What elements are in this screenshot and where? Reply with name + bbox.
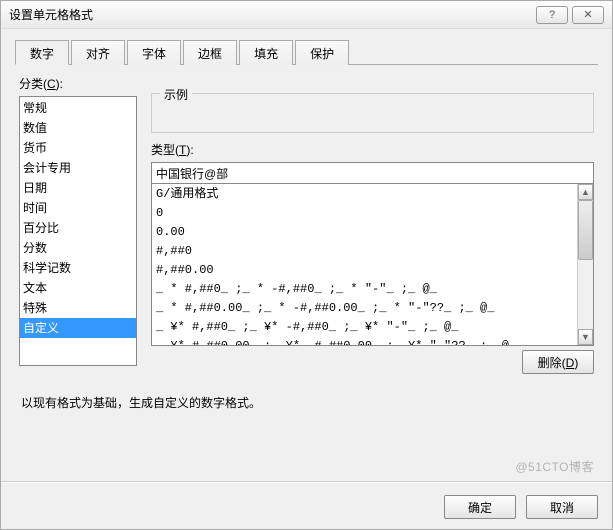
tab-font[interactable]: 字体 <box>127 40 181 65</box>
category-label: 分类(C): <box>19 75 137 92</box>
category-item[interactable]: 科学记数 <box>20 258 136 278</box>
format-items: G/通用格式 0 0.00 #,##0 #,##0.00 _ * #,##0_ … <box>152 184 577 345</box>
format-item[interactable]: _ ¥* #,##0_ ;_ ¥* -#,##0_ ;_ ¥* "-"_ ;_ … <box>152 318 577 337</box>
sample-fieldset: 示例 <box>151 93 594 133</box>
category-item[interactable]: 货币 <box>20 138 136 158</box>
watermark-text: @51CTO博客 <box>515 458 594 475</box>
category-column: 分类(C): 常规 数值 货币 会计专用 日期 时间 百分比 分数 科学记数 文… <box>19 75 137 380</box>
category-item[interactable]: 常规 <box>20 98 136 118</box>
dialog-body: 数字 对齐 字体 边框 填充 保护 分类(C): 常规 数值 货币 会计专用 日… <box>1 29 612 477</box>
scroll-thumb[interactable] <box>578 200 593 260</box>
detail-column: 示例 类型(T): G/通用格式 0 0.00 #,##0 #,##0.00 _… <box>151 75 594 380</box>
tab-border[interactable]: 边框 <box>183 40 237 65</box>
help-button[interactable]: ? <box>536 6 568 24</box>
type-input[interactable] <box>151 162 594 184</box>
tab-align[interactable]: 对齐 <box>71 40 125 65</box>
titlebar: 设置单元格格式 ? ✕ <box>1 1 612 29</box>
hint-text: 以现有格式为基础，生成自定义的数字格式。 <box>19 380 594 411</box>
format-item[interactable]: _ * #,##0.00_ ;_ * -#,##0.00_ ;_ * "-"??… <box>152 299 577 318</box>
category-item[interactable]: 百分比 <box>20 218 136 238</box>
close-button[interactable]: ✕ <box>572 6 604 24</box>
category-item-custom[interactable]: 自定义 <box>20 318 136 338</box>
main-area: 分类(C): 常规 数值 货币 会计专用 日期 时间 百分比 分数 科学记数 文… <box>19 75 594 477</box>
footer-separator <box>1 481 612 483</box>
ok-button[interactable]: 确定 <box>444 495 516 519</box>
tab-number[interactable]: 数字 <box>15 40 69 65</box>
format-item[interactable]: G/通用格式 <box>152 185 577 204</box>
category-listbox[interactable]: 常规 数值 货币 会计专用 日期 时间 百分比 分数 科学记数 文本 特殊 自定… <box>19 96 137 366</box>
scroll-up-icon[interactable]: ▲ <box>578 184 593 200</box>
dialog-title: 设置单元格格式 <box>9 6 532 23</box>
format-cells-dialog: 设置单元格格式 ? ✕ 数字 对齐 字体 边框 填充 保护 分类(C): 常规 … <box>0 0 613 530</box>
category-item[interactable]: 分数 <box>20 238 136 258</box>
format-item[interactable]: 0.00 <box>152 223 577 242</box>
tabs: 数字 对齐 字体 边框 填充 保护 <box>15 39 598 65</box>
category-item[interactable]: 数值 <box>20 118 136 138</box>
category-item[interactable]: 会计专用 <box>20 158 136 178</box>
tab-protect[interactable]: 保护 <box>295 40 349 65</box>
category-item[interactable]: 时间 <box>20 198 136 218</box>
format-listbox[interactable]: G/通用格式 0 0.00 #,##0 #,##0.00 _ * #,##0_ … <box>151 184 594 346</box>
format-item[interactable]: _ ¥* #,##0.00_ ;_ ¥* -#,##0.00_ ;_ ¥* "-… <box>152 337 577 345</box>
delete-button[interactable]: 删除(D) <box>522 350 594 374</box>
format-item[interactable]: 0 <box>152 204 577 223</box>
scroll-down-icon[interactable]: ▼ <box>578 329 593 345</box>
format-item[interactable]: #,##0.00 <box>152 261 577 280</box>
scroll-track[interactable] <box>578 200 593 329</box>
category-item[interactable]: 文本 <box>20 278 136 298</box>
footer-buttons: 确定 取消 <box>444 495 598 519</box>
tab-fill[interactable]: 填充 <box>239 40 293 65</box>
sample-label: 示例 <box>160 86 192 103</box>
category-item[interactable]: 特殊 <box>20 298 136 318</box>
type-label: 类型(T): <box>151 141 594 158</box>
cancel-button[interactable]: 取消 <box>526 495 598 519</box>
format-item[interactable]: _ * #,##0_ ;_ * -#,##0_ ;_ * "-"_ ;_ @_ <box>152 280 577 299</box>
category-item[interactable]: 日期 <box>20 178 136 198</box>
format-item[interactable]: #,##0 <box>152 242 577 261</box>
delete-row: 删除(D) <box>151 346 594 380</box>
format-scrollbar[interactable]: ▲ ▼ <box>577 184 593 345</box>
tab-number-content: 分类(C): 常规 数值 货币 会计专用 日期 时间 百分比 分数 科学记数 文… <box>15 65 598 477</box>
